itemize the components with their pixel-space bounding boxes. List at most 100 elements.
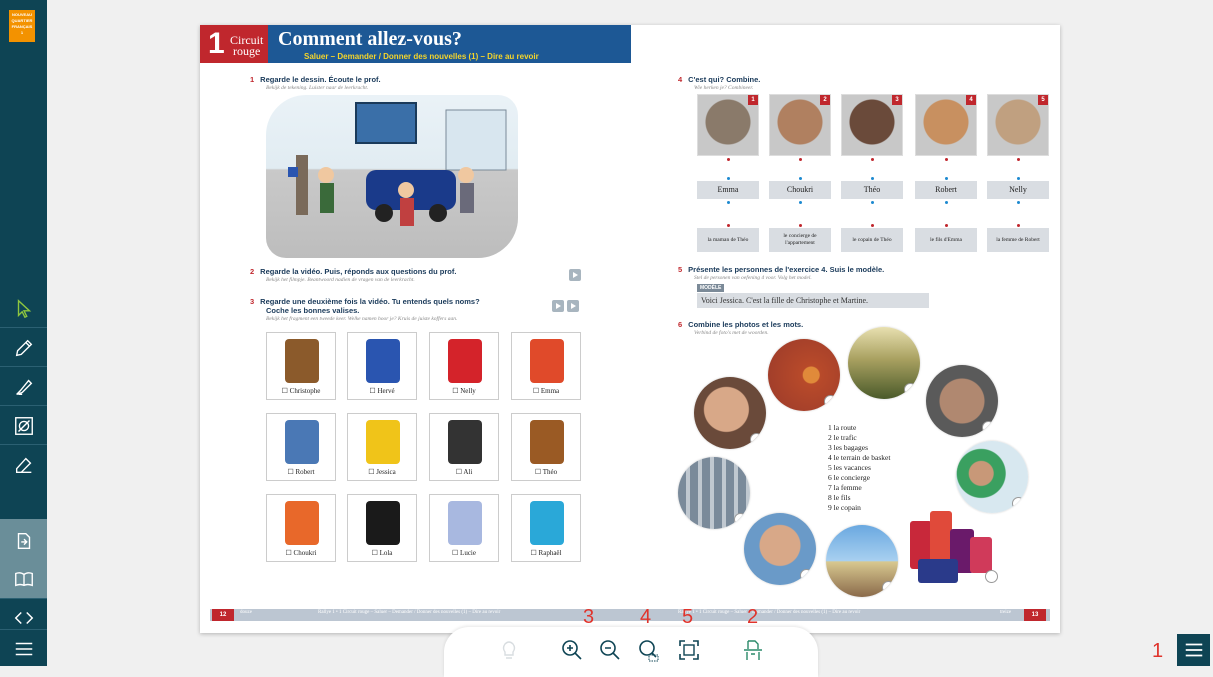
export-icon[interactable] <box>0 522 47 560</box>
pencil-icon[interactable] <box>0 329 47 367</box>
photo-road[interactable] <box>848 327 920 399</box>
match-dot[interactable] <box>1017 201 1020 204</box>
suitcase-checkbox-label[interactable]: ☐ Christophe <box>267 387 335 395</box>
match-dot[interactable] <box>727 177 730 180</box>
suitcase-image <box>285 339 319 383</box>
match-dot[interactable] <box>871 177 874 180</box>
suitcase-card[interactable]: ☐ Lola <box>347 494 417 562</box>
suitcase-checkbox-label[interactable]: ☐ Lucie <box>430 549 498 557</box>
suitcase-card[interactable]: ☐ Lucie <box>429 494 499 562</box>
photo-man[interactable] <box>926 365 998 437</box>
fit-screen-icon[interactable] <box>674 635 704 665</box>
match-dot[interactable] <box>945 158 948 161</box>
suitcase-checkbox-label[interactable]: ☐ Ali <box>430 468 498 476</box>
suitcase-checkbox-label[interactable]: ☐ Nelly <box>430 387 498 395</box>
word-item: 1 la route <box>828 423 857 432</box>
match-dot[interactable] <box>727 201 730 204</box>
match-dot[interactable] <box>1017 158 1020 161</box>
match-dot[interactable] <box>1017 224 1020 227</box>
suitcase-checkbox-label[interactable]: ☐ Jessica <box>348 468 416 476</box>
illustration <box>266 95 518 258</box>
match-dot[interactable] <box>727 158 730 161</box>
suitcase-card[interactable]: ☐ Raphaël <box>511 494 581 562</box>
suitcase-card[interactable]: ☐ Jessica <box>347 413 417 481</box>
match-dot[interactable] <box>1017 177 1020 180</box>
highlighter-icon[interactable] <box>0 368 47 406</box>
zoom-in-icon[interactable] <box>557 635 587 665</box>
annotation-4: 4 <box>640 606 652 628</box>
suitcase-checkbox-label[interactable]: ☐ Théo <box>512 468 580 476</box>
zoom-out-icon[interactable] <box>595 635 625 665</box>
photo-luggage[interactable] <box>900 501 1008 589</box>
photo-traffic[interactable] <box>678 457 750 529</box>
suitcase-card[interactable]: ☐ Choukri <box>266 494 336 562</box>
match-dot[interactable] <box>945 201 948 204</box>
video-fragment-button[interactable] <box>567 300 579 312</box>
exercise-6: 6 Combine les photos et les mots. Verbind… <box>678 320 804 336</box>
match-dot[interactable] <box>799 201 802 204</box>
lightbulb-icon[interactable] <box>494 635 524 665</box>
suitcase-card[interactable]: ☐ Emma <box>511 332 581 400</box>
match-dot[interactable] <box>799 177 802 180</box>
match-dot[interactable] <box>871 201 874 204</box>
zoom-area-icon[interactable] <box>634 635 664 665</box>
suitcase-image <box>366 339 400 383</box>
video-play-button[interactable] <box>569 269 581 281</box>
match-dot[interactable] <box>799 224 802 227</box>
suitcase-image <box>448 339 482 383</box>
cursor-icon[interactable] <box>0 290 47 328</box>
photo-woman[interactable] <box>694 377 766 449</box>
hamburger-icon <box>1185 643 1202 657</box>
suitcase-card[interactable]: ☐ Ali <box>429 413 499 481</box>
annotation-5: 5 <box>682 606 694 628</box>
annotation-2: 2 <box>747 606 759 628</box>
exercise-4: 4 C'est qui? Combine. Wie herken je? Comb… <box>678 75 761 91</box>
app-logo: NOUVEAU QUARTIER FRANÇAIS 1 <box>9 10 35 42</box>
main-menu-button[interactable] <box>1177 634 1210 666</box>
photo-basketball[interactable] <box>768 339 840 411</box>
photo-vacation[interactable] <box>826 525 898 597</box>
word-item: 9 le copain <box>828 503 861 512</box>
name-box: Théo <box>841 181 903 199</box>
eraser-icon[interactable] <box>0 446 47 484</box>
single-page-icon[interactable] <box>738 635 768 665</box>
annotation-3: 3 <box>583 606 595 628</box>
suitcase-card[interactable]: ☐ Hervé <box>347 332 417 400</box>
video-play-button-2[interactable] <box>552 300 564 312</box>
suitcase-card[interactable]: ☐ Théo <box>511 413 581 481</box>
description-box: le fils d'Emma <box>915 228 977 252</box>
suitcase-card[interactable]: ☐ Nelly <box>429 332 499 400</box>
suitcase-image <box>530 339 564 383</box>
annotation-1: 1 <box>1152 640 1164 662</box>
suitcase-checkbox-label[interactable]: ☐ Robert <box>267 468 335 476</box>
match-dot[interactable] <box>945 224 948 227</box>
suitcase-checkbox-label[interactable]: ☐ Lola <box>348 549 416 557</box>
page-subtitle: Saluer – Demander / Donner des nouvelles… <box>304 52 539 61</box>
match-dot[interactable] <box>727 224 730 227</box>
match-dot[interactable] <box>945 177 948 180</box>
suitcase-card[interactable]: ☐ Robert <box>266 413 336 481</box>
exercise-3: 3 Regarde une deuxième fois la vidéo. Tu … <box>250 297 480 322</box>
word-item: 4 le terrain de basket <box>828 453 891 462</box>
match-dot[interactable] <box>799 158 802 161</box>
person-photo: 2 <box>769 94 831 156</box>
exercise-2: 2 Regarde la vidéo. Puis, réponds aux que… <box>250 267 457 283</box>
suitcase-image <box>366 420 400 464</box>
book-icon[interactable] <box>0 560 47 598</box>
word-item: 7 la femme <box>828 483 862 492</box>
match-dot[interactable] <box>871 224 874 227</box>
photo-father-son[interactable] <box>744 513 816 585</box>
match-dot[interactable] <box>871 158 874 161</box>
word-item: 8 le fils <box>828 493 851 502</box>
hide-icon[interactable] <box>0 407 47 445</box>
footer-text-left: Rallye 1 • 1 Circuit rouge – Saluer – De… <box>318 610 501 615</box>
suitcase-checkbox-label[interactable]: ☐ Hervé <box>348 387 416 395</box>
suitcase-card[interactable]: ☐ Christophe <box>266 332 336 400</box>
photo-number-badge: 1 <box>748 95 758 105</box>
suitcase-checkbox-label[interactable]: ☐ Emma <box>512 387 580 395</box>
suitcase-checkbox-label[interactable]: ☐ Raphaël <box>512 549 580 557</box>
unit-badge: 1 Circuit rouge <box>200 25 268 63</box>
word-list: 1 la route 2 le trafic 3 les bagages 4 le t… <box>828 423 890 513</box>
menu-icon[interactable] <box>0 630 47 668</box>
suitcase-checkbox-label[interactable]: ☐ Choukri <box>267 549 335 557</box>
